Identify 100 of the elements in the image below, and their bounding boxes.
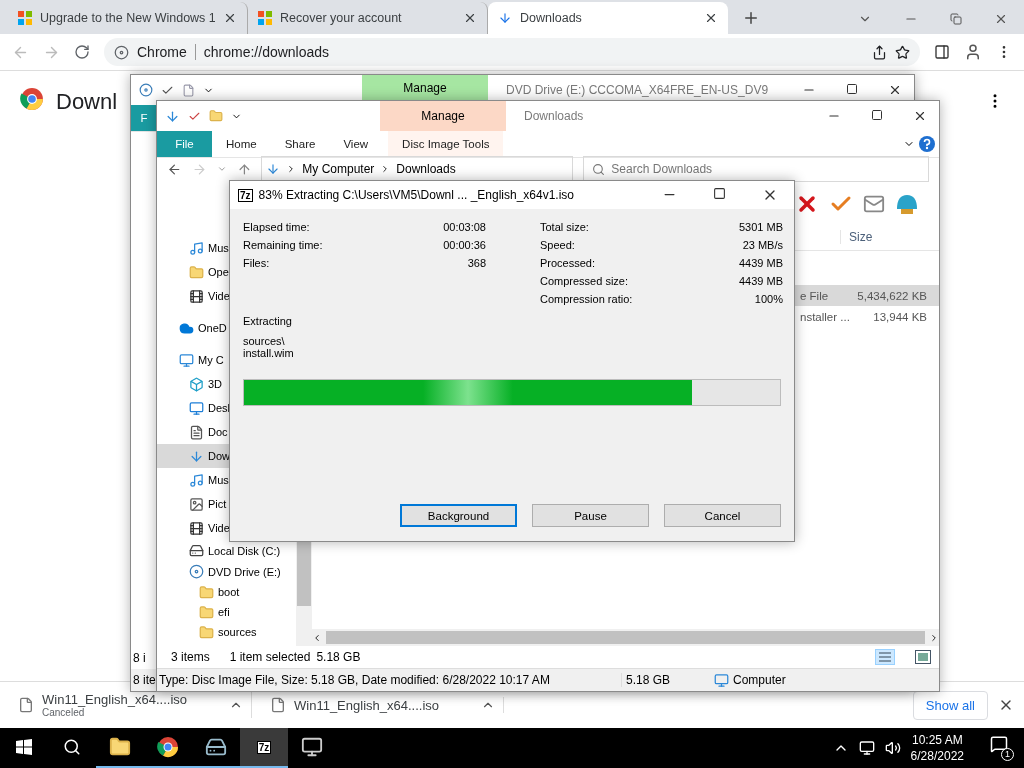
stat-label: Files: (243, 257, 270, 271)
close-icon[interactable] (704, 11, 718, 25)
document-icon (189, 424, 204, 440)
browser-tab[interactable]: Upgrade to the New Windows 1 (8, 2, 248, 34)
clock-time: 10:25 AM (911, 732, 963, 748)
download-icon (165, 108, 180, 124)
scroll-left-icon[interactable] (312, 632, 322, 643)
close-icon[interactable] (463, 11, 477, 25)
close-icon[interactable] (994, 12, 1008, 26)
stat-label: Remaining time: (243, 239, 323, 253)
dialog-button[interactable]: Background (400, 504, 517, 527)
computer-icon (179, 352, 194, 368)
browser-tab[interactable]: Downloads (488, 2, 728, 34)
stat-label: Total size: (540, 221, 589, 235)
cube-icon (189, 376, 204, 392)
nav-item[interactable]: DVD Drive (E:) (157, 561, 296, 582)
bookmark-icon[interactable] (895, 44, 910, 60)
stat-value: 00:03:08 (443, 221, 486, 235)
download-name[interactable]: Win11_English_x64....iso (42, 692, 221, 707)
details-text: Type: Disc Image File, Size: 5.18 GB, Date modified: 6/28/2022 10:17 AM (159, 673, 551, 687)
disc-icon (139, 83, 153, 97)
windows-logo-icon (258, 11, 272, 25)
address-bar[interactable]: Chrome chrome://downloads (104, 38, 920, 66)
show-all-button[interactable]: Show all (912, 690, 988, 720)
page-heading: Downl (56, 89, 118, 115)
status-text: 5.18 GB (316, 650, 361, 664)
scroll-right-icon[interactable] (929, 632, 939, 643)
stat-label: Compressed size: (540, 275, 629, 289)
start-icon[interactable] (16, 739, 32, 755)
maximize-icon[interactable] (846, 83, 858, 95)
folder-icon (199, 604, 214, 620)
tiles-view-icon[interactable] (915, 650, 931, 664)
file-type: nstaller ... (800, 310, 850, 323)
breadcrumb-item[interactable]: My Computer (302, 162, 375, 176)
stat-value: 368 (467, 257, 486, 271)
stat-label: Processed: (540, 257, 596, 271)
network-icon[interactable] (858, 740, 875, 756)
taskbar-app[interactable]: 7z (240, 728, 288, 768)
help-icon[interactable] (919, 136, 935, 152)
scrollbar-thumb[interactable] (326, 631, 925, 644)
nav-item[interactable]: boot (157, 582, 296, 602)
file-icon (270, 697, 286, 713)
breadcrumb-item[interactable]: Downloads (396, 162, 456, 176)
film-icon (189, 288, 204, 304)
dialog-button[interactable]: Cancel (664, 504, 781, 527)
nav-item[interactable]: efi (157, 602, 296, 622)
new-tab-icon[interactable] (742, 9, 760, 27)
status-text: 8 i (133, 651, 146, 665)
file-icon (182, 83, 195, 97)
stat-value: 00:00:36 (443, 239, 486, 253)
close-icon[interactable] (223, 11, 237, 25)
clock-date: 6/28/2022 (910, 748, 964, 764)
side-panel-icon[interactable] (934, 44, 950, 60)
dialog-title: 83% Extracting C:\Users\VM5\Downl ... _English_x64v1.iso (258, 188, 575, 202)
download-name[interactable]: Win11_English_x64....iso (294, 697, 473, 713)
reload-icon[interactable] (74, 44, 90, 60)
maximize-icon[interactable] (871, 109, 883, 121)
chrome-logo-icon (20, 87, 44, 111)
maximize-icon[interactable] (713, 187, 726, 200)
share-icon[interactable] (872, 44, 887, 60)
file-type: e File (800, 289, 829, 302)
ribbon-tab[interactable]: Home (212, 131, 271, 157)
download-icon (189, 448, 204, 464)
file-path: sources\ install.wim (243, 335, 295, 359)
close-icon[interactable] (888, 83, 902, 97)
folder-icon (109, 736, 131, 758)
manage-tab[interactable]: Manage (362, 75, 488, 100)
restore-icon[interactable] (950, 13, 962, 25)
ribbon-tab[interactable]: View (329, 131, 383, 157)
stat-label: Compression ratio: (540, 293, 633, 307)
nav-item[interactable]: Local Disk (C:) (157, 540, 296, 561)
stat-value: 5301 MB (738, 221, 783, 235)
cloud-icon (179, 320, 194, 336)
disc-icon (189, 564, 204, 579)
network-app-icon (301, 736, 323, 758)
folder-icon (209, 109, 223, 123)
window-title: Downloads (524, 109, 584, 123)
close-icon[interactable] (913, 109, 927, 123)
ribbon-tab[interactable]: Share (270, 131, 330, 157)
computer-icon (714, 672, 729, 688)
nav-item[interactable]: sources (157, 622, 296, 642)
windows-logo-icon (18, 11, 32, 25)
file-size: 13,944 KB (873, 310, 927, 323)
envelope-icon[interactable] (863, 193, 885, 215)
app-logo: 7z (256, 740, 272, 754)
picture-icon (189, 496, 204, 512)
download-status: Canceled (42, 707, 86, 718)
profile-icon[interactable] (964, 43, 982, 61)
url-text: chrome://downloads (203, 44, 330, 60)
search-icon (592, 162, 606, 176)
search-icon[interactable] (63, 738, 81, 756)
stat-value: 4439 MB (738, 257, 783, 271)
folder-icon (199, 624, 214, 640)
manage-tab[interactable]: Manage (380, 101, 506, 131)
column-header[interactable]: Size (840, 230, 929, 244)
file-size: 5,434,622 KB (857, 289, 927, 302)
film-icon (189, 520, 204, 536)
volume-icon[interactable] (884, 740, 901, 756)
status-label: Extracting (243, 315, 293, 327)
dialog-button[interactable]: Pause (532, 504, 649, 527)
